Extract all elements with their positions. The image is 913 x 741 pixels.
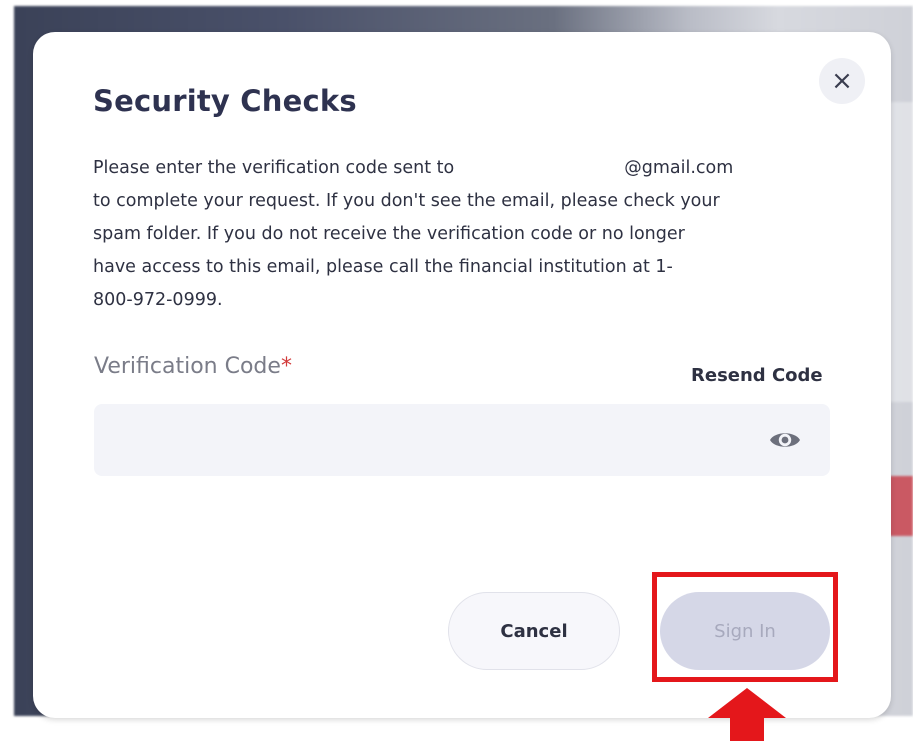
required-asterisk: *	[280, 354, 292, 379]
close-button[interactable]: ×	[819, 58, 865, 104]
modal-title: Security Checks	[93, 84, 357, 118]
verification-code-field	[94, 404, 830, 476]
description-line-3: spam folder. If you do not receive the v…	[93, 224, 685, 244]
description-line-4: have access to this email, please call t…	[93, 257, 673, 277]
description-line-1: Please enter the verification code sent …	[93, 158, 734, 178]
modal-description: Please enter the verification code sent …	[93, 152, 833, 317]
security-checks-modal: × Security Checks Please enter the verif…	[33, 32, 891, 718]
close-icon: ×	[831, 66, 853, 96]
cancel-button[interactable]: Cancel	[448, 592, 620, 670]
description-line-5: 800-972-0999.	[93, 290, 223, 310]
resend-code-link[interactable]: Resend Code	[691, 365, 823, 386]
verification-code-input[interactable]	[94, 404, 754, 476]
sign-in-button[interactable]: Sign In	[660, 592, 830, 670]
description-line-2: to complete your request. If you don't s…	[93, 191, 720, 211]
verification-code-label: Verification Code*	[94, 354, 292, 379]
eye-icon[interactable]	[768, 426, 802, 454]
